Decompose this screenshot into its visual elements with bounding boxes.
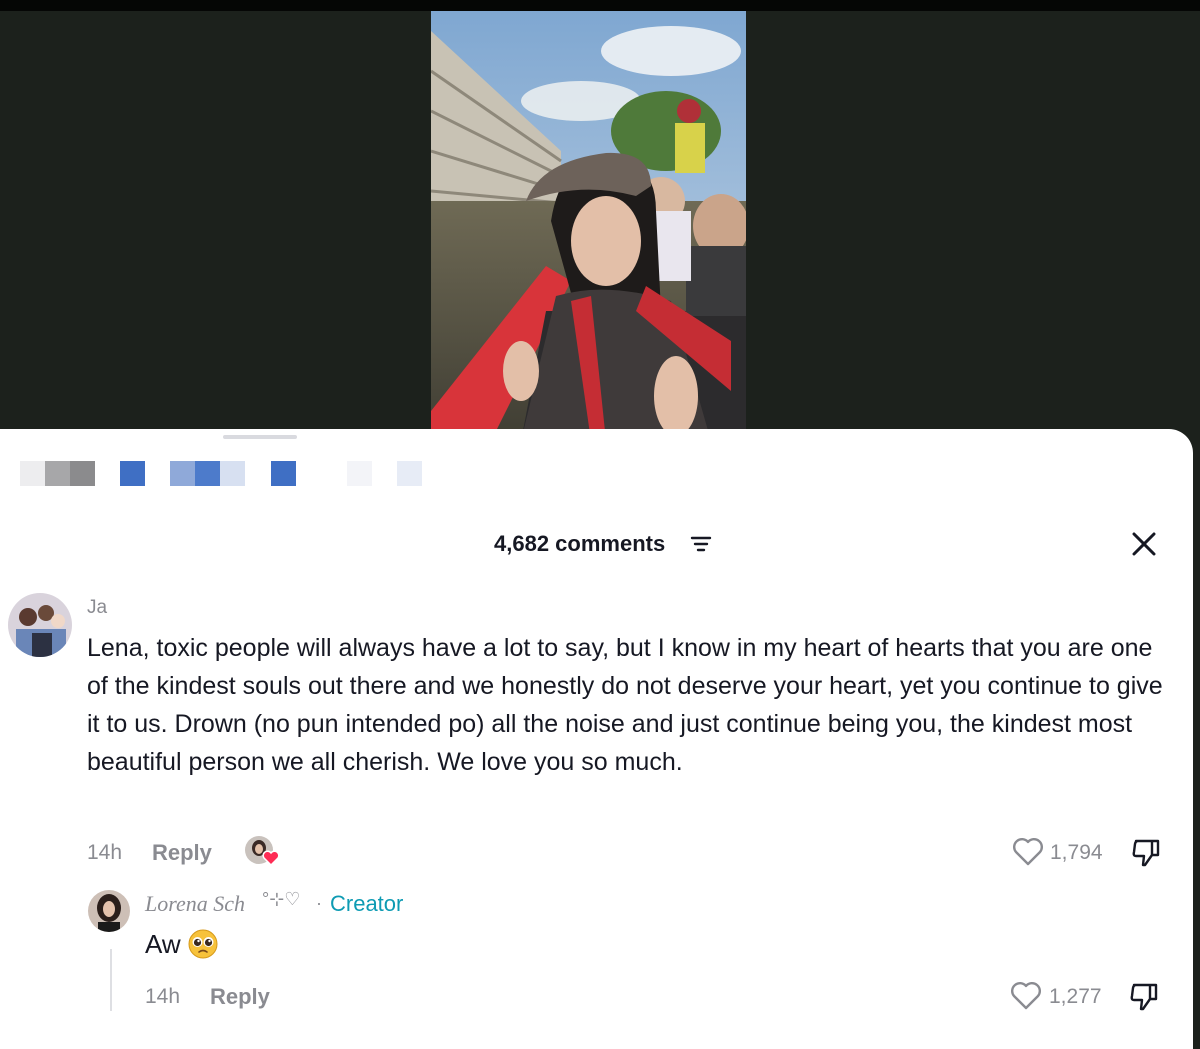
pleading-face-emoji xyxy=(188,929,218,959)
reply-avatar-image xyxy=(88,890,130,932)
thumbs-down-icon[interactable] xyxy=(1128,981,1160,1013)
close-icon[interactable] xyxy=(1130,530,1158,558)
comments-header: 4,682 comments xyxy=(0,529,1193,559)
comment-author[interactable]: Ja xyxy=(87,597,107,619)
heart-outline-icon[interactable] xyxy=(1010,981,1042,1011)
video-frame-image xyxy=(431,11,746,441)
reply-button[interactable]: Reply xyxy=(210,984,270,1010)
avatar[interactable] xyxy=(8,593,72,657)
creator-badge: Creator xyxy=(330,891,404,916)
separator-dot: · xyxy=(316,893,322,913)
like-count: 1,277 xyxy=(1049,985,1102,1008)
reply-text: Aw xyxy=(145,929,181,959)
thumbs-down-icon[interactable] xyxy=(1130,837,1162,869)
reply-time: 14h xyxy=(145,985,181,1008)
heart-badge-icon xyxy=(262,850,280,866)
filter-icon[interactable] xyxy=(690,535,712,553)
avatar-image xyxy=(8,593,72,657)
thread-line xyxy=(110,949,112,1011)
top-bar xyxy=(0,0,1200,11)
reply-button[interactable]: Reply xyxy=(152,840,212,866)
drag-handle[interactable] xyxy=(223,435,297,439)
video-preview[interactable] xyxy=(431,11,746,441)
comments-sheet: 4,682 comments Ja Lena, toxic people wil… xyxy=(0,429,1193,1049)
reply-author[interactable]: Lorena Sch xyxy=(145,891,245,917)
reply-avatar[interactable] xyxy=(88,890,130,932)
reply-author-suffix: °⊹♡ xyxy=(262,889,301,909)
heart-outline-icon[interactable] xyxy=(1012,837,1044,867)
comment-time: 14h xyxy=(87,841,123,864)
comment-text: Lena, toxic people will always have a lo… xyxy=(87,634,1163,776)
comment-count: 4,682 comments xyxy=(494,531,666,556)
like-count: 1,794 xyxy=(1050,841,1103,864)
